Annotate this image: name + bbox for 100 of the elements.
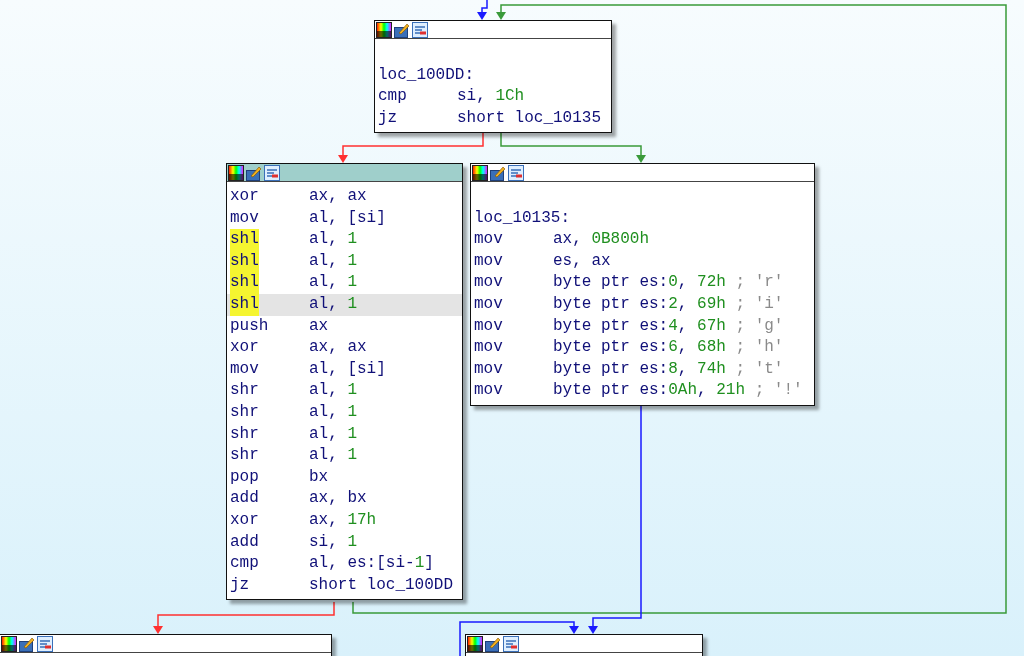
code-line[interactable]: mov al, [si] — [227, 207, 462, 230]
operands: ax — [309, 315, 329, 337]
operands: al, 1 — [309, 423, 357, 445]
mnemonic: mov — [474, 358, 503, 380]
mnemonic: shl — [230, 229, 259, 251]
mnemonic: cmp — [378, 86, 407, 108]
operands: ax, ax — [309, 186, 367, 207]
mnemonic: pop — [230, 466, 259, 488]
operands: short loc_10135 — [457, 107, 602, 129]
mnemonic: jz — [378, 107, 398, 129]
mnemonic: xor — [230, 186, 259, 207]
operands: ax, ax — [309, 337, 367, 359]
mnemonic: mov — [474, 337, 503, 359]
code-line[interactable]: mov byte ptr es:6, 68h ; 'h' — [471, 337, 814, 359]
mnemonic: shl — [230, 293, 259, 316]
operands: al, 1 — [309, 272, 357, 294]
operands: bx — [309, 466, 329, 488]
mnemonic: xor — [230, 509, 259, 531]
code-line[interactable]: jz short loc_10135 — [375, 107, 611, 130]
code-line[interactable]: jz short loc_100DD — [227, 574, 462, 597]
code-line[interactable]: add si, 1 — [227, 531, 462, 554]
code-line[interactable]: xor ax, ax — [227, 337, 462, 359]
code-line[interactable]: shl al, 1 — [227, 229, 462, 251]
operands: byte ptr es:8, 74h ; 't' — [553, 358, 784, 380]
mnemonic: jz — [230, 574, 250, 596]
palette-icon[interactable] — [467, 635, 483, 652]
mnemonic: mov — [474, 272, 503, 294]
operands: si, 1 — [309, 531, 357, 553]
code-line[interactable]: shr al, 1 — [227, 380, 462, 402]
operands: al, [si] — [309, 358, 386, 380]
mnemonic: mov — [230, 358, 259, 380]
mnemonic: shl — [230, 250, 259, 273]
code-line[interactable]: cmp si, 1Ch — [375, 86, 611, 108]
operands: es, ax — [553, 250, 611, 272]
operands: al, es:[si-1] — [309, 553, 434, 575]
graph-icon[interactable] — [503, 635, 519, 652]
code-line[interactable]: xor ax, ax — [227, 186, 462, 208]
mnemonic: shr — [230, 423, 259, 445]
code-line[interactable]: shl al, 1 — [227, 250, 462, 273]
code-line[interactable]: mov byte ptr es:4, 67h ; 'g' — [471, 315, 814, 338]
palette-icon[interactable] — [228, 164, 244, 181]
mnemonic: shr — [230, 445, 259, 467]
mnemonic: xor — [230, 337, 259, 359]
mnemonic: add — [230, 488, 259, 510]
operands: byte ptr es:0, 72h ; 'r' — [553, 272, 784, 294]
pencil-icon[interactable] — [19, 635, 35, 652]
pencil-icon[interactable] — [394, 21, 410, 38]
graph-icon[interactable] — [37, 635, 53, 652]
operands: al, 1 — [309, 293, 357, 315]
code-label: loc_100DD: — [378, 64, 474, 86]
mnemonic: cmp — [230, 553, 259, 575]
palette-icon[interactable] — [376, 21, 392, 38]
operands: al, [si] — [309, 207, 386, 229]
mnemonic: shl — [230, 272, 259, 294]
mnemonic: mov — [474, 229, 503, 251]
graph-icon[interactable] — [264, 164, 280, 181]
mnemonic: mov — [474, 315, 503, 337]
operands: ax, 0B800h — [553, 229, 649, 251]
mnemonic: push — [230, 315, 269, 337]
pencil-icon[interactable] — [485, 635, 501, 652]
palette-icon[interactable] — [1, 635, 17, 652]
palette-icon[interactable] — [472, 164, 488, 181]
code-label: loc_10135: — [474, 207, 570, 229]
operands: ax, bx — [309, 488, 367, 510]
graph-icon[interactable] — [508, 164, 524, 181]
operands: short loc_100DD — [309, 574, 454, 596]
mnemonic: shr — [230, 401, 259, 423]
mnemonic: shr — [230, 380, 259, 402]
mnemonic: mov — [230, 207, 259, 229]
code-line[interactable]: mov byte ptr es:2, 69h ; 'i' — [471, 293, 814, 316]
mnemonic: add — [230, 531, 259, 553]
code-line[interactable]: mov byte ptr es:0Ah, 21h ; '!' — [471, 380, 814, 402]
operands: al, 1 — [309, 380, 357, 402]
code-line[interactable]: mov byte ptr es:0, 72h ; 'r' — [471, 272, 814, 294]
code-line[interactable]: mov al, [si] — [227, 358, 462, 381]
operands: byte ptr es:4, 67h ; 'g' — [553, 315, 784, 337]
mnemonic: mov — [474, 293, 503, 315]
code-line[interactable]: mov es, ax — [471, 250, 814, 273]
code-line[interactable]: pop bx — [227, 466, 462, 489]
code-line[interactable]: cmp al, es:[si-1] — [227, 553, 462, 575]
pencil-icon[interactable] — [490, 164, 506, 181]
operands: al, 1 — [309, 250, 357, 272]
operands: ax, 17h — [309, 509, 377, 531]
code-line[interactable]: mov byte ptr es:8, 74h ; 't' — [471, 358, 814, 381]
code-line[interactable]: xor ax, 17h — [227, 509, 462, 532]
operands: al, 1 — [309, 445, 357, 467]
operands: al, 1 — [309, 229, 357, 251]
code-line[interactable]: shr al, 1 — [227, 401, 462, 424]
code-line[interactable]: add ax, bx — [227, 488, 462, 510]
code-line[interactable]: push ax — [227, 315, 462, 338]
operands: byte ptr es:6, 68h ; 'h' — [553, 337, 784, 359]
mnemonic: mov — [474, 250, 503, 272]
code-line[interactable]: shl al, 1 — [227, 272, 462, 294]
operands: si, 1Ch — [457, 86, 525, 108]
operands: byte ptr es:2, 69h ; 'i' — [553, 293, 784, 315]
graph-icon[interactable] — [412, 21, 428, 38]
code-line[interactable]: shr al, 1 — [227, 445, 462, 467]
code-line[interactable]: mov ax, 0B800h — [471, 229, 814, 251]
code-line[interactable]: shr al, 1 — [227, 423, 462, 446]
pencil-icon[interactable] — [246, 164, 262, 181]
